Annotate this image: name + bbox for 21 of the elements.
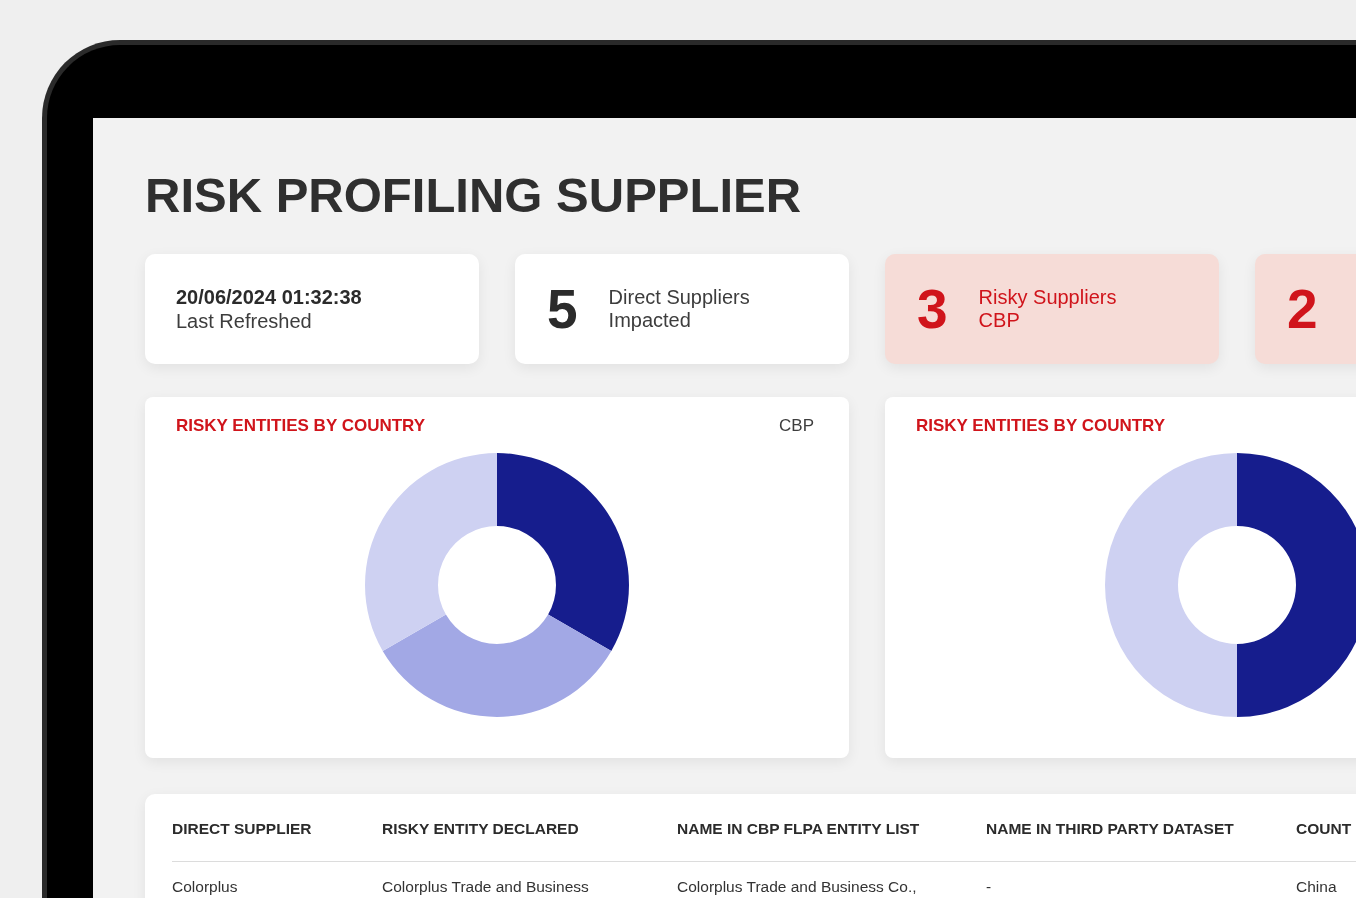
table-cell: Colorplus: [172, 878, 238, 895]
refresh-label: Last Refreshed: [176, 309, 312, 333]
column-header: NAME IN CBP FLPA ENTITY LIST: [677, 819, 921, 839]
chart-title: RISKY ENTITIES BY COUNTRY: [176, 416, 426, 436]
table-cell: -: [986, 878, 992, 895]
page-title: RISK PROFILING SUPPLIER: [145, 171, 802, 220]
stat-label: Direct Suppliers Impacted: [608, 286, 750, 332]
table-cell: Colorplus Trade and Business: [382, 878, 589, 895]
stat-value: 3: [917, 281, 948, 337]
column-header: DIRECT SUPPLIER: [172, 819, 313, 839]
table-cell: China: [1296, 878, 1337, 895]
column-header: NAME IN THIRD PARTY DATASET: [986, 819, 1235, 839]
stat-value: 2: [1287, 281, 1318, 337]
column-header: RISKY ENTITY DECLARED: [382, 819, 580, 839]
column-header: COUNT: [1296, 819, 1353, 839]
chart-title: RISKY ENTITIES BY COUNTRY: [916, 416, 1166, 436]
stat-label: Risky Suppliers CBP: [978, 286, 1117, 332]
chart-source-label: CBP: [779, 416, 814, 436]
table-cell: Colorplus Trade and Business Co.,: [677, 878, 917, 895]
refresh-timestamp: 20/06/2024 01:32:38: [176, 285, 362, 309]
stat-value: 5: [547, 281, 578, 337]
